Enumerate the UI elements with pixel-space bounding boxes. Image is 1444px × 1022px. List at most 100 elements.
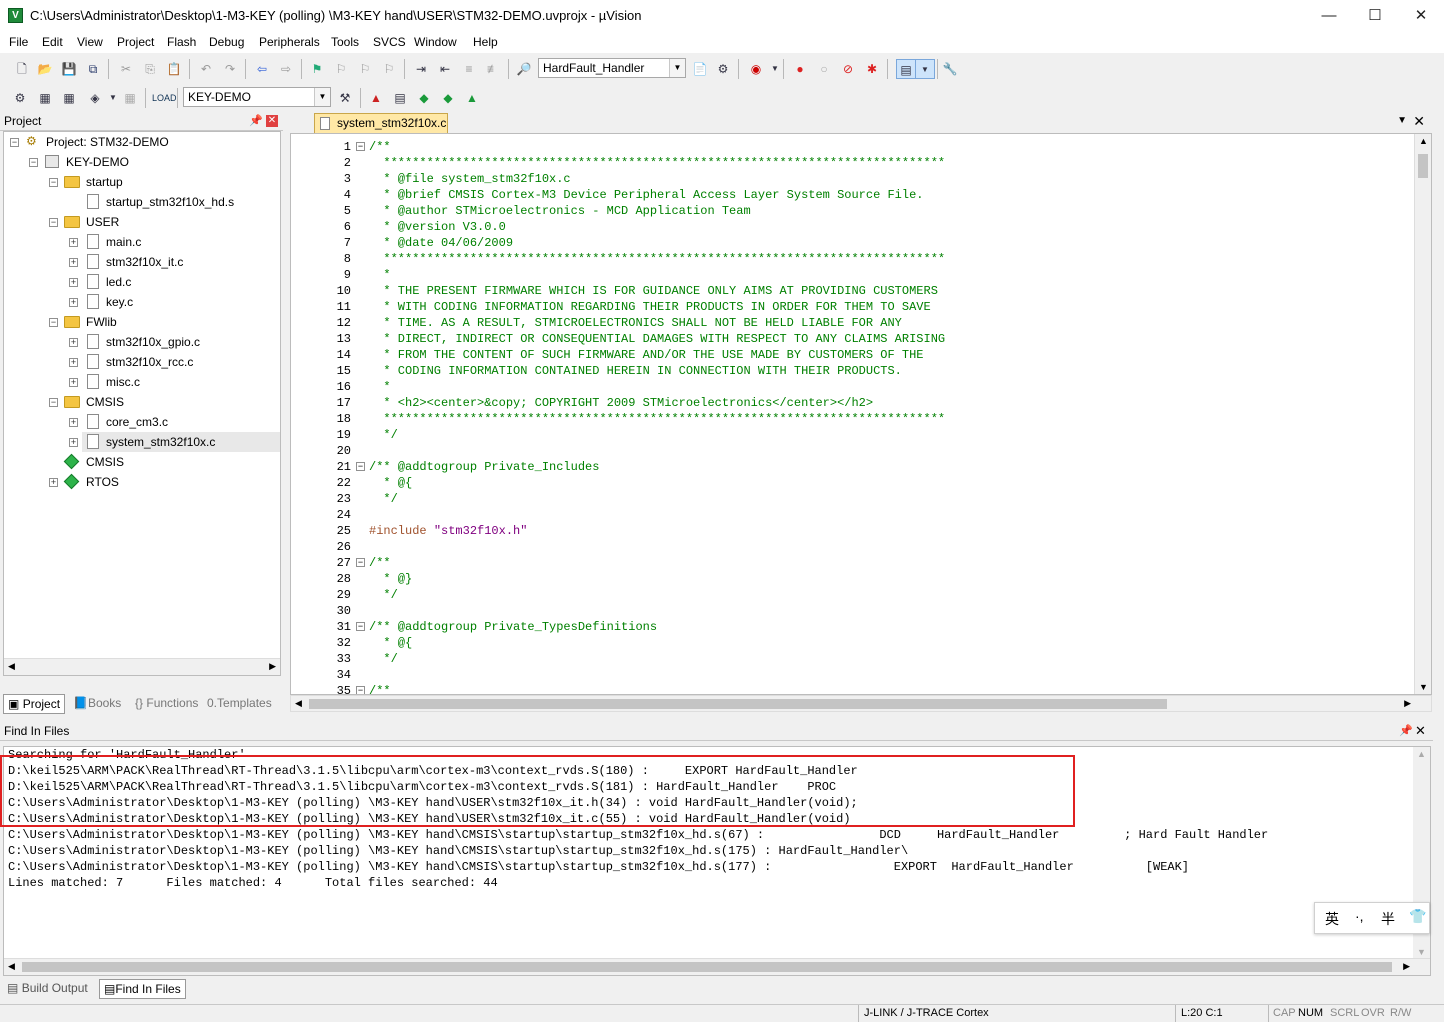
tree-file[interactable]: misc.c bbox=[106, 372, 140, 392]
nav-back-icon[interactable]: ⇦ bbox=[252, 59, 272, 79]
pack-installer-icon[interactable]: ▲ bbox=[462, 88, 482, 108]
minimize-button[interactable]: — bbox=[1306, 0, 1352, 32]
ime-punctuation[interactable]: ·, bbox=[1355, 908, 1364, 924]
tab-books[interactable]: 📘Books bbox=[69, 694, 125, 714]
menu-view[interactable]: View bbox=[77, 35, 103, 49]
close-icon[interactable]: ✕ bbox=[266, 115, 278, 127]
collapse-icon[interactable]: − bbox=[49, 218, 58, 227]
tab-list-chevron-icon[interactable]: ▼ bbox=[1397, 115, 1407, 126]
find-combo[interactable]: HardFault_Handler ▼ bbox=[538, 58, 686, 78]
ime-toolbar[interactable]: 英 ·, 半 👕 bbox=[1314, 902, 1430, 934]
collapse-icon[interactable]: − bbox=[10, 138, 19, 147]
breakpoint-icon[interactable]: ● bbox=[790, 59, 810, 79]
rebuild-icon[interactable]: ▦ bbox=[59, 88, 79, 108]
fold-icon[interactable]: − bbox=[356, 142, 365, 151]
tree-file[interactable]: stm32f10x_rcc.c bbox=[106, 352, 193, 372]
tree-group-user[interactable]: USER bbox=[86, 212, 119, 232]
expand-icon[interactable]: + bbox=[69, 258, 78, 267]
build-icon[interactable]: ▦ bbox=[35, 88, 55, 108]
tree-target[interactable]: KEY-DEMO bbox=[66, 152, 129, 172]
menu-svcs[interactable]: SVCS bbox=[373, 35, 406, 49]
disable-all-breakpoints-icon[interactable]: ⊘ bbox=[838, 59, 858, 79]
save-icon[interactable]: 💾 bbox=[59, 59, 79, 79]
tab-project[interactable]: ▣ Project bbox=[3, 694, 65, 714]
tab-templates[interactable]: 0.Templates bbox=[203, 694, 276, 714]
expand-icon[interactable]: + bbox=[69, 238, 78, 247]
editor-tab-active[interactable]: system_stm32f10x.c bbox=[314, 113, 448, 133]
close-button[interactable]: ✕ bbox=[1398, 0, 1444, 32]
editor-horizontal-scrollbar[interactable]: ◀ ▶ bbox=[290, 695, 1432, 712]
tree-file-selected[interactable]: system_stm32f10x.c bbox=[106, 432, 215, 452]
expand-icon[interactable]: + bbox=[69, 338, 78, 347]
tree-component-rtos[interactable]: RTOS bbox=[86, 472, 119, 492]
pin-icon[interactable]: 📌 bbox=[1399, 724, 1413, 737]
scroll-down-icon[interactable]: ▼ bbox=[1417, 947, 1426, 957]
ime-width[interactable]: 半 bbox=[1381, 909, 1395, 929]
prev-bookmark-icon[interactable]: ⚐ bbox=[331, 59, 351, 79]
scroll-down-icon[interactable]: ▼ bbox=[1419, 682, 1428, 692]
find-result-line[interactable]: C:\Users\Administrator\Desktop\1-M3-KEY … bbox=[8, 843, 908, 859]
undo-icon[interactable]: ↶ bbox=[196, 59, 216, 79]
close-editor-icon[interactable]: ✕ bbox=[1413, 113, 1425, 130]
menu-edit[interactable]: Edit bbox=[42, 35, 63, 49]
new-file-icon[interactable]: 🗋 bbox=[12, 59, 32, 79]
tab-find-in-files[interactable]: ▤Find In Files bbox=[99, 979, 186, 999]
scroll-left-icon[interactable]: ◀ bbox=[295, 698, 302, 709]
tree-file[interactable]: startup_stm32f10x_hd.s bbox=[106, 192, 234, 212]
tree-file[interactable]: key.c bbox=[106, 292, 133, 312]
scroll-left-icon[interactable]: ◀ bbox=[8, 961, 15, 972]
cut-icon[interactable]: ✂ bbox=[116, 59, 136, 79]
tab-functions[interactable]: {} Functions bbox=[131, 694, 202, 714]
maximize-button[interactable]: ☐ bbox=[1352, 0, 1398, 32]
find-result-line[interactable]: C:\Users\Administrator\Desktop\1-M3-KEY … bbox=[8, 859, 1189, 875]
menu-tools[interactable]: Tools bbox=[331, 35, 359, 49]
menu-file[interactable]: File bbox=[9, 35, 28, 49]
collapse-icon[interactable]: − bbox=[49, 178, 58, 187]
redo-icon[interactable]: ↷ bbox=[220, 59, 240, 79]
tree-file[interactable]: led.c bbox=[106, 272, 131, 292]
menu-window[interactable]: Window bbox=[414, 35, 457, 49]
collapse-icon[interactable]: − bbox=[49, 398, 58, 407]
fold-icon[interactable]: − bbox=[356, 686, 365, 694]
incremental-find-icon[interactable]: ⚙ bbox=[713, 59, 733, 79]
tree-group-fwlib[interactable]: FWlib bbox=[86, 312, 117, 332]
tree-file[interactable]: core_cm3.c bbox=[106, 412, 168, 432]
chevron-down-icon[interactable]: ▼ bbox=[669, 59, 685, 77]
scroll-left-icon[interactable]: ◀ bbox=[8, 661, 15, 672]
menu-debug[interactable]: Debug bbox=[209, 35, 244, 49]
expand-icon[interactable]: + bbox=[69, 418, 78, 427]
expand-icon[interactable]: + bbox=[69, 358, 78, 367]
menu-project[interactable]: Project bbox=[117, 35, 154, 49]
tree-component-cmsis[interactable]: CMSIS bbox=[86, 452, 124, 472]
window-layout-icon[interactable]: ▤ bbox=[896, 59, 916, 79]
scroll-right-icon[interactable]: ▶ bbox=[1404, 698, 1411, 709]
collapse-icon[interactable]: − bbox=[29, 158, 38, 167]
target-options-icon[interactable]: ⚒ bbox=[335, 88, 355, 108]
comment-icon[interactable]: ≡ bbox=[459, 59, 479, 79]
find-icon[interactable]: 📄 bbox=[690, 59, 710, 79]
hscroll-thumb[interactable] bbox=[309, 699, 1167, 709]
kill-all-breakpoints-icon[interactable]: ✱ bbox=[862, 59, 882, 79]
save-all-icon[interactable]: ⧉ bbox=[83, 59, 103, 79]
menu-help[interactable]: Help bbox=[473, 35, 498, 49]
expand-icon[interactable]: + bbox=[69, 378, 78, 387]
copy-icon[interactable]: ⎘ bbox=[140, 59, 160, 79]
ime-language[interactable]: 英 bbox=[1325, 909, 1339, 929]
tree-file[interactable]: stm32f10x_it.c bbox=[106, 252, 183, 272]
scroll-right-icon[interactable]: ▶ bbox=[1403, 961, 1410, 972]
find-result-line[interactable]: C:\Users\Administrator\Desktop\1-M3-KEY … bbox=[8, 827, 1268, 843]
translate-icon[interactable]: ⚙ bbox=[10, 88, 30, 108]
collapse-icon[interactable]: − bbox=[49, 318, 58, 327]
paste-icon[interactable]: 📋 bbox=[164, 59, 184, 79]
expand-icon[interactable]: + bbox=[69, 438, 78, 447]
tree-project-root[interactable]: Project: STM32-DEMO bbox=[46, 132, 169, 152]
debug-session-icon[interactable]: ◉ bbox=[746, 59, 766, 79]
expand-icon[interactable]: + bbox=[69, 298, 78, 307]
tree-file[interactable]: main.c bbox=[106, 232, 141, 252]
tree-group-startup[interactable]: startup bbox=[86, 172, 123, 192]
tree-group-cmsis[interactable]: CMSIS bbox=[86, 392, 124, 412]
download-load-icon[interactable]: LOAD bbox=[152, 88, 177, 108]
configure-icon[interactable]: 🔧 bbox=[940, 59, 960, 79]
menu-peripherals[interactable]: Peripherals bbox=[259, 35, 320, 49]
hscroll-thumb[interactable] bbox=[22, 962, 1392, 972]
